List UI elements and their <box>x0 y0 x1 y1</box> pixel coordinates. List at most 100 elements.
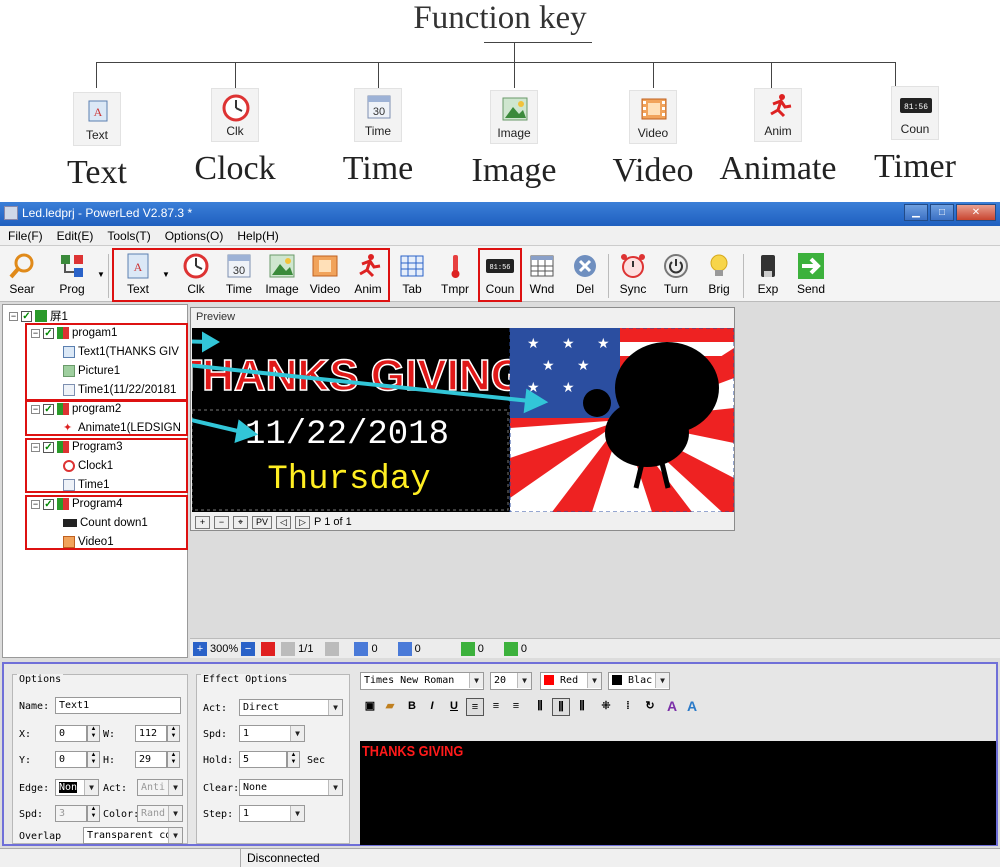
export-button[interactable]: Exp <box>748 252 788 300</box>
hold-spinner[interactable]: ▲ ▼ <box>287 751 300 768</box>
name-input[interactable]: Text1 <box>55 697 181 714</box>
zoom-in-icon[interactable]: + <box>193 641 207 656</box>
edge-speed-spinner[interactable]: ▲ ▼ <box>87 805 100 822</box>
text-button[interactable]: A Text <box>118 252 158 300</box>
clock-button[interactable]: Clk <box>176 252 216 300</box>
align-bottom-icon[interactable]: ⫼ <box>574 698 590 716</box>
vertical-spacing-icon[interactable] <box>460 641 475 656</box>
temperature-button[interactable]: Tmpr <box>435 252 475 300</box>
rotate-icon[interactable]: ↻ <box>642 698 658 716</box>
pv-button[interactable]: PV <box>252 515 272 529</box>
diagram-drop <box>378 62 379 88</box>
open-folder-icon[interactable]: ▰ <box>382 698 398 716</box>
width-input[interactable]: 112 <box>135 725 167 742</box>
maximize-button[interactable]: □ <box>930 204 954 221</box>
image-button[interactable]: Image <box>262 252 302 300</box>
menu-edit[interactable]: Edit(E) <box>57 229 94 243</box>
align-left-icon[interactable]: ≡ <box>466 698 484 716</box>
page-indicator: P 1 of 1 <box>314 516 352 528</box>
height-spinner[interactable]: ▲ ▼ <box>167 751 180 768</box>
horizontal-spacing-icon[interactable] <box>503 641 518 656</box>
checkbox[interactable]: ✓ <box>21 310 32 322</box>
vertical-align-icon[interactable] <box>354 641 369 656</box>
window-button[interactable]: Wnd <box>522 252 562 300</box>
spacing-icon[interactable]: ⁜ <box>598 698 614 716</box>
powerled-window: Led.ledprj - PowerLed V2.87.3 * ▁ □ ✕ Fi… <box>0 202 1000 867</box>
prev-page-button[interactable]: ◁ <box>276 515 291 529</box>
font-size-select[interactable]: 20 ▼ <box>490 672 532 690</box>
width-spinner[interactable]: ▲ ▼ <box>167 725 180 742</box>
time-button[interactable]: 30 Time <box>219 252 259 300</box>
edge-color-select[interactable]: Rand ▼ <box>137 805 183 822</box>
collapse-icon[interactable]: − <box>9 311 18 321</box>
x-spinner[interactable]: ▲ ▼ <box>87 725 100 742</box>
edge-select[interactable]: Non ▼ <box>55 779 99 796</box>
step-select[interactable]: 1 ▼ <box>239 805 305 822</box>
svg-text:A: A <box>94 105 103 119</box>
zoom-out-button[interactable]: − <box>214 515 229 529</box>
save-icon[interactable]: ▣ <box>362 698 378 716</box>
align-top-icon[interactable]: ⫼ <box>532 698 548 716</box>
record-icon[interactable] <box>261 641 276 656</box>
align-right-icon[interactable]: ≡ <box>508 698 524 716</box>
highlight-box <box>25 323 188 401</box>
svg-text:★: ★ <box>542 357 555 373</box>
effect-action-select[interactable]: Direct ▼ <box>239 699 343 716</box>
sync-button[interactable]: Sync <box>613 252 653 300</box>
countdown-button[interactable]: 81:56 Coun <box>480 252 520 300</box>
menu-tools[interactable]: Tools(T) <box>107 229 150 243</box>
y-spinner[interactable]: ▲ ▼ <box>87 751 100 768</box>
app-icon <box>4 206 18 220</box>
edge-speed-input[interactable]: 3 <box>55 805 87 822</box>
video-button[interactable]: Video <box>305 252 345 300</box>
chevron-down-icon: ▼ <box>290 726 304 741</box>
line-spacing-icon[interactable]: ⁞ <box>620 698 636 716</box>
x-input[interactable]: 0 <box>55 725 87 742</box>
bold-button[interactable]: B <box>404 698 420 716</box>
menu-options[interactable]: Options(O) <box>165 229 224 243</box>
align-center-icon[interactable]: ≡ <box>488 698 504 716</box>
horizontal-align-icon[interactable] <box>397 641 412 656</box>
underline-button[interactable]: U <box>446 698 462 716</box>
editor-content[interactable]: THANKS GIVING <box>362 743 463 760</box>
clear-select[interactable]: None ▼ <box>239 779 343 796</box>
next-page-button[interactable]: ▷ <box>295 515 310 529</box>
menu-help[interactable]: Help(H) <box>237 229 278 243</box>
first-page-icon[interactable] <box>281 641 296 656</box>
minimize-button[interactable]: ▁ <box>904 204 928 221</box>
font-select[interactable]: Times New Roman ▼ <box>360 672 484 690</box>
table-button[interactable]: Tab <box>392 252 432 300</box>
animate-button[interactable]: Anim <box>348 252 388 300</box>
close-button[interactable]: ✕ <box>956 204 996 221</box>
font-outline-a-icon[interactable]: A <box>684 698 700 716</box>
background-color-select[interactable]: Blac ▼ <box>608 672 670 690</box>
program-button[interactable]: Prog <box>52 252 92 300</box>
menu-file[interactable]: File(F) <box>8 229 43 243</box>
turn-button[interactable]: Turn <box>656 252 696 300</box>
send-button[interactable]: Send <box>791 252 831 300</box>
tree-root[interactable]: − ✓ 屏1 <box>9 308 68 324</box>
diagram-drop <box>653 62 654 88</box>
search-button[interactable]: Sear <box>2 252 42 300</box>
fit-screen-button[interactable]: ⌖ <box>233 515 248 529</box>
prog-dropdown-arrow[interactable]: ▼ <box>97 270 105 279</box>
counter-icon: 81:56 Coun <box>891 86 939 140</box>
brightness-button[interactable]: Brig <box>699 252 739 300</box>
zoom-out-icon[interactable]: − <box>241 641 256 656</box>
italic-button[interactable]: I <box>424 698 440 716</box>
edge-act-select[interactable]: Anti ▼ <box>137 779 183 796</box>
y-input[interactable]: 0 <box>55 751 87 768</box>
toolbar-separator <box>108 254 109 298</box>
text-color-select[interactable]: Red ▼ <box>540 672 602 690</box>
text-dropdown-arrow[interactable]: ▼ <box>162 270 170 279</box>
overlap-select[interactable]: Transparent co ▼ <box>83 827 183 844</box>
hold-input[interactable]: 5 <box>239 751 287 768</box>
align-middle-icon[interactable]: ⫼ <box>552 698 570 716</box>
height-input[interactable]: 29 <box>135 751 167 768</box>
text-editor[interactable]: THANKS GIVING <box>360 741 996 845</box>
effect-speed-select[interactable]: 1 ▼ <box>239 725 305 742</box>
zoom-in-button[interactable]: + <box>195 515 210 529</box>
last-page-icon[interactable] <box>325 641 340 656</box>
delete-button[interactable]: Del <box>565 252 605 300</box>
font-color-a-icon[interactable]: A <box>664 698 680 716</box>
